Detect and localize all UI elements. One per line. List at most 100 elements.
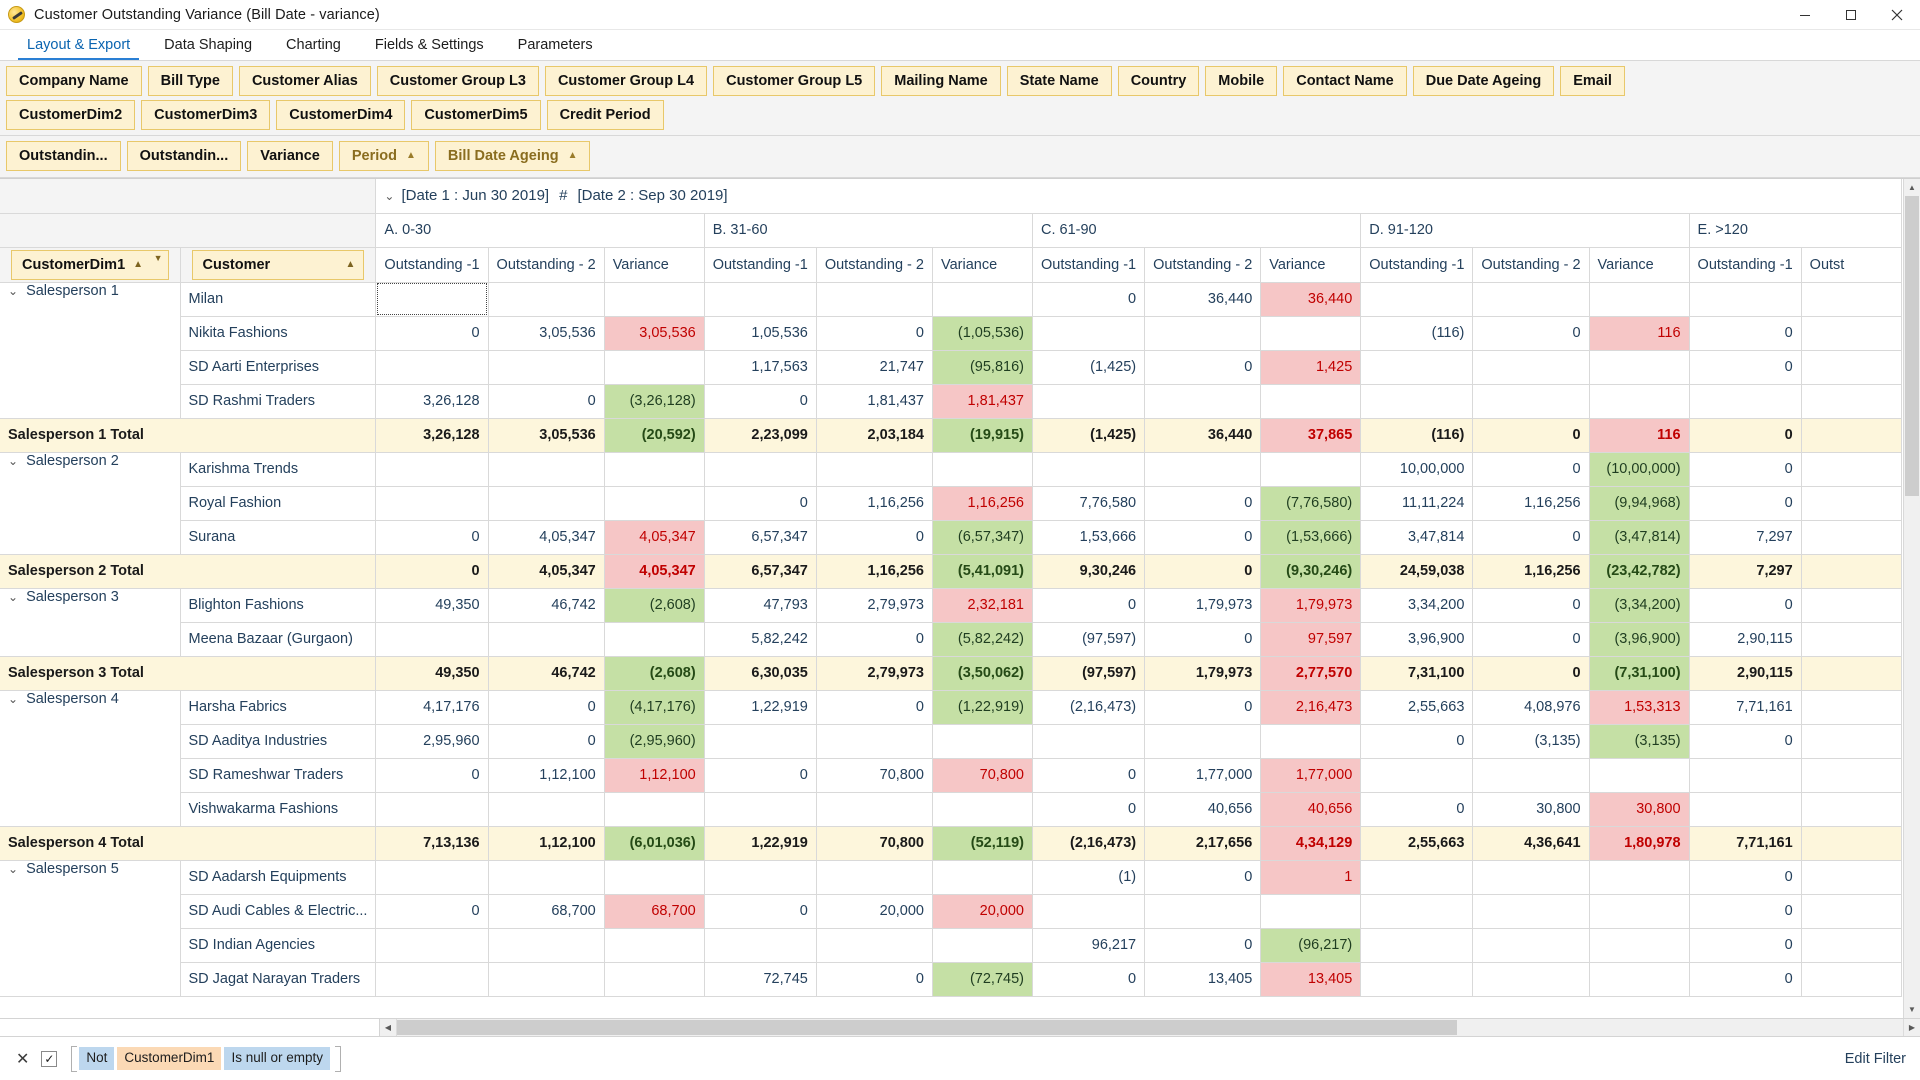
data-cell[interactable]: 2,32,181: [932, 588, 1032, 622]
table-row[interactable]: ⌄Salesperson 5SD Aadarsh Equipments(1)01…: [0, 860, 1901, 894]
field-chip-period[interactable]: Period▲: [339, 141, 429, 171]
data-cell[interactable]: [1589, 860, 1689, 894]
filter-expression[interactable]: NotCustomerDim1Is null or empty: [71, 1046, 341, 1072]
data-cell[interactable]: [1689, 384, 1801, 418]
data-cell[interactable]: (2,95,960): [604, 724, 704, 758]
data-cell[interactable]: (3,26,128): [604, 384, 704, 418]
data-cell[interactable]: 0: [816, 622, 932, 656]
data-cell[interactable]: [604, 622, 704, 656]
data-cell[interactable]: 0: [488, 724, 604, 758]
data-cell[interactable]: 4,05,347: [488, 554, 604, 588]
data-cell[interactable]: 9,30,246: [1032, 554, 1144, 588]
data-cell[interactable]: [816, 860, 932, 894]
data-cell[interactable]: 1,17,563: [704, 350, 816, 384]
data-cell[interactable]: (3,135): [1589, 724, 1689, 758]
data-cell[interactable]: 1,425: [1261, 350, 1361, 384]
data-cell[interactable]: [1473, 384, 1589, 418]
data-cell[interactable]: 2,90,115: [1689, 656, 1801, 690]
data-cell[interactable]: [1801, 758, 1901, 792]
expand-collapse-icon[interactable]: ⌄: [8, 590, 18, 604]
tab-parameters[interactable]: Parameters: [501, 30, 610, 60]
vertical-scroll-thumb[interactable]: [1905, 196, 1919, 496]
scroll-up-icon[interactable]: ▲: [1904, 179, 1920, 196]
data-cell[interactable]: 68,700: [604, 894, 704, 928]
data-cell[interactable]: [1801, 520, 1901, 554]
data-cell[interactable]: 1,79,973: [1261, 588, 1361, 622]
data-cell[interactable]: [1801, 894, 1901, 928]
data-cell[interactable]: 5,82,242: [704, 622, 816, 656]
data-cell[interactable]: [1589, 758, 1689, 792]
data-cell[interactable]: 0: [1689, 928, 1801, 962]
table-row[interactable]: ⌄Salesperson 4Harsha Fabrics4,17,1760(4,…: [0, 690, 1901, 724]
data-cell[interactable]: 0: [704, 486, 816, 520]
data-cell[interactable]: 0: [1689, 962, 1801, 996]
data-cell[interactable]: 0: [1473, 316, 1589, 350]
data-cell[interactable]: [1361, 860, 1473, 894]
data-cell[interactable]: 2,17,656: [1145, 826, 1261, 860]
column-group-header[interactable]: D. 91-120: [1361, 213, 1689, 247]
data-cell[interactable]: 68,700: [488, 894, 604, 928]
data-cell[interactable]: (6,57,347): [932, 520, 1032, 554]
field-chip-contact-name[interactable]: Contact Name: [1283, 66, 1407, 96]
data-cell[interactable]: 11,11,224: [1361, 486, 1473, 520]
field-chip-bill-date-ageing[interactable]: Bill Date Ageing▲: [435, 141, 591, 171]
table-row[interactable]: Nikita Fashions03,05,5363,05,5361,05,536…: [0, 316, 1901, 350]
customer-name-cell[interactable]: SD Audi Cables & Electric...: [180, 894, 376, 928]
data-cell[interactable]: 0: [1689, 588, 1801, 622]
data-cell[interactable]: 21,747: [816, 350, 932, 384]
field-chip-outstandin[interactable]: Outstandin...: [6, 141, 121, 171]
data-cell[interactable]: 0: [1361, 792, 1473, 826]
data-cell[interactable]: [1261, 894, 1361, 928]
customer-name-cell[interactable]: Milan: [180, 282, 376, 316]
chevron-down-icon[interactable]: ⌄: [384, 189, 394, 203]
data-cell[interactable]: 20,000: [932, 894, 1032, 928]
data-cell[interactable]: 37,865: [1261, 418, 1361, 452]
data-cell[interactable]: [1801, 826, 1901, 860]
data-cell[interactable]: (2,608): [604, 656, 704, 690]
data-cell[interactable]: 1,81,437: [816, 384, 932, 418]
field-chip-mobile[interactable]: Mobile: [1205, 66, 1277, 96]
scroll-left-icon[interactable]: ◀: [380, 1019, 397, 1036]
table-row[interactable]: Vishwakarma Fashions040,65640,656030,800…: [0, 792, 1901, 826]
data-cell[interactable]: 4,05,347: [604, 554, 704, 588]
data-cell[interactable]: 1: [1261, 860, 1361, 894]
data-cell[interactable]: [816, 452, 932, 486]
field-chip-customer-group-l5[interactable]: Customer Group L5: [713, 66, 875, 96]
row-field-chip-customer[interactable]: Customer▲: [192, 250, 365, 280]
data-cell[interactable]: 1,77,000: [1145, 758, 1261, 792]
data-cell[interactable]: 2,23,099: [704, 418, 816, 452]
data-cell[interactable]: [1801, 316, 1901, 350]
data-cell[interactable]: [1473, 282, 1589, 316]
measure-column-header[interactable]: Outstanding -1: [1361, 247, 1473, 282]
data-cell[interactable]: [1801, 486, 1901, 520]
table-row[interactable]: ⌄Salesperson 3Blighton Fashions49,35046,…: [0, 588, 1901, 622]
data-cell[interactable]: 3,05,536: [488, 316, 604, 350]
data-cell[interactable]: [1145, 452, 1261, 486]
data-cell[interactable]: [1032, 384, 1144, 418]
data-cell[interactable]: [1032, 724, 1144, 758]
data-cell[interactable]: [376, 622, 488, 656]
data-cell[interactable]: (1,05,536): [932, 316, 1032, 350]
data-cell[interactable]: 0: [704, 894, 816, 928]
table-row[interactable]: Royal Fashion01,16,2561,16,2567,76,5800(…: [0, 486, 1901, 520]
data-cell[interactable]: [1801, 282, 1901, 316]
data-cell[interactable]: 7,31,100: [1361, 656, 1473, 690]
field-chip-customer-group-l4[interactable]: Customer Group L4: [545, 66, 707, 96]
data-cell[interactable]: 30,800: [1473, 792, 1589, 826]
measure-column-header[interactable]: Outstanding -1: [704, 247, 816, 282]
row-group-label[interactable]: ⌄Salesperson 3: [0, 588, 180, 656]
data-cell[interactable]: 0: [1361, 724, 1473, 758]
field-chip-mailing-name[interactable]: Mailing Name: [881, 66, 1000, 96]
data-cell[interactable]: 70,800: [816, 826, 932, 860]
table-row[interactable]: ⌄Salesperson 1Milan036,44036,440: [0, 282, 1901, 316]
data-cell[interactable]: 70,800: [932, 758, 1032, 792]
data-cell[interactable]: [704, 724, 816, 758]
column-group-header[interactable]: E. >120: [1689, 213, 1901, 247]
data-cell[interactable]: (6,01,036): [604, 826, 704, 860]
data-cell[interactable]: [1261, 384, 1361, 418]
data-cell[interactable]: [488, 860, 604, 894]
data-cell[interactable]: 6,57,347: [704, 520, 816, 554]
data-cell[interactable]: [488, 282, 604, 316]
measure-column-header[interactable]: Outstanding -1: [376, 247, 488, 282]
data-cell[interactable]: 2,95,960: [376, 724, 488, 758]
